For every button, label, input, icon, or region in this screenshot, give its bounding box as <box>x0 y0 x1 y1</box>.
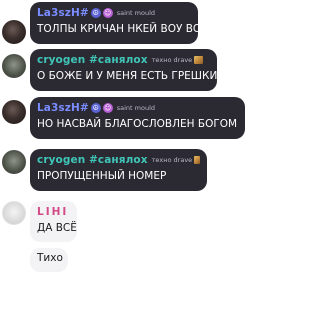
message-bubble[interactable]: cryogen #санялох техно drave ПРОПУЩЕННЫЙ… <box>30 149 207 191</box>
role-icon <box>194 156 200 164</box>
message-text: ДА ВСЁ <box>37 222 77 234</box>
author-tag: saint mould <box>116 104 156 112</box>
avatar[interactable] <box>2 201 26 225</box>
message-bubble[interactable]: cryogen #санялох техно drave О БОЖЕ И У … <box>30 49 217 91</box>
emoji-icon: ☺ <box>102 103 113 113</box>
message-header: LIHI <box>37 205 70 219</box>
message-header: La3szH# ☮ ☺ saint mould <box>37 6 191 20</box>
message-text: НО НАСВАЙ БЛАГОСЛОВЛЕН БОГОМ <box>37 118 238 130</box>
message-header: La3szH# ☮ ☺ saint mould <box>37 101 238 115</box>
message-header: cryogen #санялох техно drave <box>37 53 210 67</box>
avatar[interactable] <box>2 20 26 44</box>
author-name[interactable]: LIHI <box>37 206 68 218</box>
message-text: Тихо <box>37 252 63 264</box>
avatar[interactable] <box>2 100 26 124</box>
author-tag: saint mould <box>116 9 156 17</box>
emoji-icon: ☺ <box>102 8 113 18</box>
message-text: О БОЖЕ И У МЕНЯ ЕСТЬ ГРЕШКИ <box>37 70 218 82</box>
author-tag: техно drave <box>151 56 193 64</box>
author-name[interactable]: cryogen #санялох <box>37 154 148 166</box>
author-tag: техно drave <box>151 156 193 164</box>
author-name[interactable]: La3szH# <box>37 102 89 114</box>
peace-icon: ☮ <box>90 8 101 18</box>
author-name[interactable]: La3szH# <box>37 7 89 19</box>
message-text: ПРОПУЩЕННЫЙ НОМЕР <box>37 170 167 182</box>
avatar[interactable] <box>2 150 26 174</box>
role-icon <box>194 56 204 64</box>
avatar[interactable] <box>2 54 26 78</box>
message-bubble[interactable]: LIHI ДА ВСЁ <box>30 201 77 242</box>
author-name[interactable]: cryogen #санялох <box>37 54 148 66</box>
message-text: ТОЛПЫ КРИЧАН НКЕЙ ВОУ ВОУ <box>37 23 208 35</box>
message-bubble[interactable]: La3szH# ☮ ☺ saint mould НО НАСВАЙ БЛАГОС… <box>30 97 245 139</box>
peace-icon: ☮ <box>90 103 101 113</box>
chat-thread: La3szH# ☮ ☺ saint mould ТОЛПЫ КРИЧАН НКЕ… <box>0 0 254 320</box>
message-header: cryogen #санялох техно drave <box>37 153 200 167</box>
message-bubble[interactable]: La3szH# ☮ ☺ saint mould ТОЛПЫ КРИЧАН НКЕ… <box>30 2 208 44</box>
message-bubble[interactable]: Тихо <box>30 248 68 272</box>
